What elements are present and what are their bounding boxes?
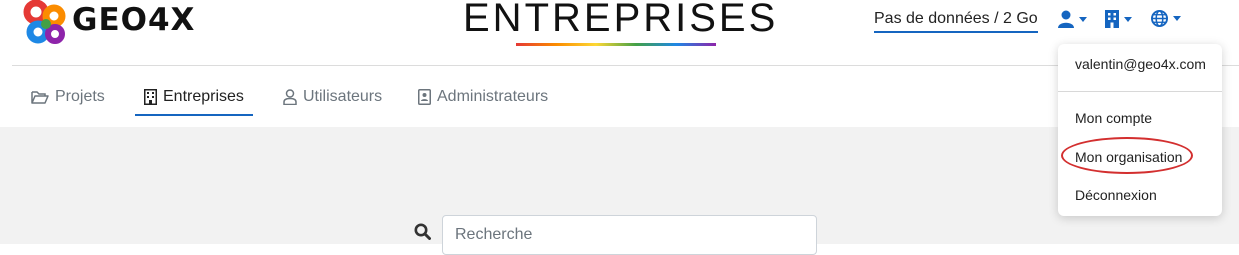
user-dropdown-menu: valentin@geo4x.com Mon compte Mon organi… — [1058, 44, 1222, 216]
building-icon — [144, 89, 157, 105]
search-icon — [414, 223, 431, 240]
tab-utilisateurs[interactable]: Utilisateurs — [283, 78, 382, 116]
brand-logo[interactable]: GEO4X — [22, 0, 195, 46]
tab-administrateurs[interactable]: Administrateurs — [418, 78, 548, 116]
language-menu-toggle[interactable] — [1151, 10, 1181, 27]
chevron-down-icon — [1079, 16, 1087, 22]
page-title: ENTREPRISES — [463, 0, 779, 40]
id-badge-icon — [418, 89, 431, 105]
title-underline — [516, 43, 716, 46]
menu-item-mon-compte[interactable]: Mon compte — [1075, 110, 1152, 126]
tab-entreprises[interactable]: Entreprises — [135, 78, 253, 116]
chevron-down-icon — [1173, 16, 1181, 21]
header-divider — [12, 65, 1239, 66]
storage-status[interactable]: Pas de données / 2 Go — [874, 10, 1038, 33]
tab-label: Administrateurs — [437, 88, 549, 105]
chevron-down-icon — [1124, 16, 1132, 22]
menu-item-deconnexion[interactable]: Déconnexion — [1075, 187, 1157, 203]
menu-divider — [1058, 91, 1222, 92]
organization-menu-toggle[interactable] — [1105, 10, 1132, 28]
user-menu-toggle[interactable] — [1058, 10, 1087, 28]
folder-open-icon — [31, 91, 49, 104]
building-icon — [1105, 10, 1119, 28]
highlight-annotation — [1061, 137, 1193, 174]
tab-label: Utilisateurs — [303, 88, 383, 105]
user-email: valentin@geo4x.com — [1075, 56, 1206, 72]
geo4x-logo-mark-icon — [23, 0, 66, 44]
search-input[interactable] — [442, 215, 817, 255]
user-icon — [1058, 10, 1074, 28]
tab-projets[interactable]: Projets — [31, 78, 105, 116]
brand-logo-text: GEO4X — [72, 2, 196, 38]
tab-label: Entreprises — [163, 88, 244, 105]
globe-icon — [1151, 10, 1168, 27]
user-icon — [283, 89, 297, 105]
tab-label: Projets — [55, 88, 105, 105]
